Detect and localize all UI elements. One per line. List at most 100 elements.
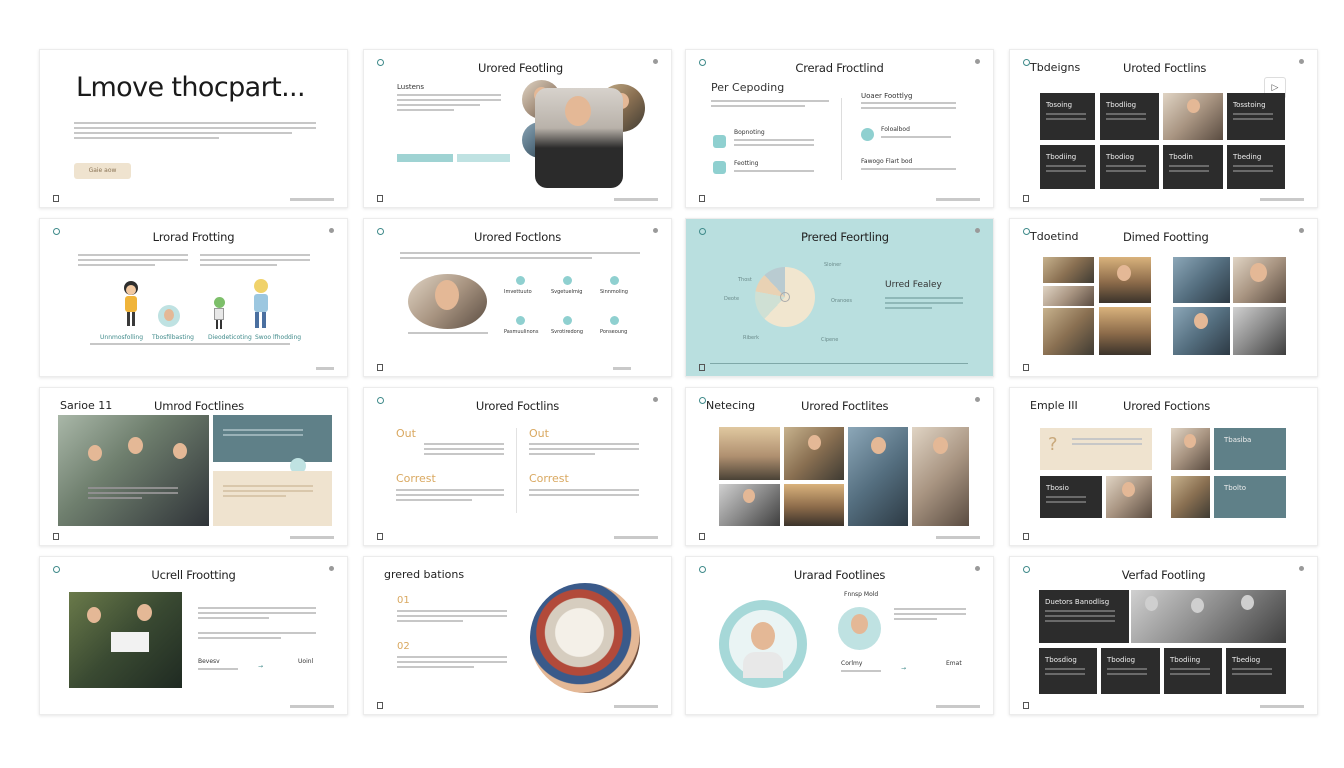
grid-photo — [1173, 307, 1230, 355]
side-title: Urred Fealey — [885, 280, 942, 290]
body-text — [200, 254, 310, 269]
info-block-bottom — [213, 471, 332, 526]
illustration-person — [250, 279, 272, 329]
footer-bar — [614, 705, 658, 708]
slide-7[interactable]: Prered Feortling Sloiner Deote Oranoes T… — [685, 218, 994, 377]
tile[interactable]: Tbosio — [1040, 476, 1102, 518]
avatar-circle — [158, 305, 180, 327]
grid-photo — [1099, 257, 1151, 303]
slide-12[interactable]: Emple III Urored Foctions ? Tbasiba Tbos… — [1009, 387, 1318, 546]
avatar-photo — [838, 607, 881, 650]
slide-title: Urored Foctlites — [801, 399, 889, 413]
column-heading: Correst — [529, 472, 569, 485]
slide-16[interactable]: Verfad Footling Duetors Banodlisg Tbosdi… — [1009, 556, 1318, 715]
arrow-icon: → — [258, 663, 264, 670]
tile[interactable]: Tbediog — [1226, 648, 1286, 694]
tile[interactable]: Tbodiog — [1101, 648, 1160, 694]
slide-10[interactable]: Urored Foctlins Out Correst Out Correst — [363, 387, 672, 546]
grid-photo — [719, 484, 780, 526]
pie-center — [780, 292, 790, 302]
slide-title: Dimed Footting — [1123, 230, 1209, 244]
body-text — [400, 252, 640, 262]
grid-photo — [1233, 257, 1286, 303]
page-icon — [53, 195, 59, 202]
slide-3[interactable]: Crerad Froctlind Per Cepoding Uoaer Foot… — [685, 49, 994, 208]
tile[interactable]: Tbodin — [1163, 145, 1223, 189]
footer-bar — [1260, 705, 1304, 708]
portrait-text — [408, 332, 488, 337]
feature-photo — [69, 592, 182, 688]
slide-title: Crerad Froctlind — [795, 61, 884, 75]
slide-title: Prered Feortling — [801, 230, 889, 244]
column-text — [861, 102, 956, 112]
logo-icon — [1023, 228, 1030, 235]
cta-button[interactable]: Gaie aow — [74, 163, 131, 179]
page-icon — [1023, 364, 1029, 371]
page-icon — [377, 702, 383, 709]
slide-1[interactable]: Lmove thocpart... Gaie aow — [39, 49, 348, 208]
slide-8[interactable]: Tdoetind Dimed Footting — [1009, 218, 1318, 377]
tile-label: Tbediog — [1232, 656, 1261, 664]
feature-text — [734, 139, 814, 149]
footer-bar — [1260, 198, 1304, 201]
slide-15[interactable]: Urarad Footlines Fnnsp Mold Corlmy → Ema… — [685, 556, 994, 715]
tile-label: Tbosdiog — [1045, 656, 1077, 664]
tile[interactable]: Tbodiing — [1164, 648, 1222, 694]
tile[interactable]: Tbodiog — [1100, 145, 1159, 189]
feature-icon — [713, 135, 726, 148]
tile[interactable]: Tbeding — [1227, 145, 1285, 189]
tile-label: Tbodiing — [1170, 656, 1201, 664]
slide-13[interactable]: Ucrell Frootting Bevesv → Uoinl — [39, 556, 348, 715]
tile-photo — [1163, 93, 1223, 140]
slide-9[interactable]: Sarioe 11 Umrod Foctlines — [39, 387, 348, 546]
logo-icon — [699, 397, 706, 404]
step-number: 02 — [397, 641, 410, 652]
feature-label: Svrotiredong — [551, 329, 584, 335]
page-icon — [699, 533, 705, 540]
grid-photo — [1043, 286, 1094, 306]
slide-4[interactable]: Tbdeigns Uroted Foctlins ▷ Tosoing Tbodl… — [1009, 49, 1318, 208]
tile-label: Tbodiog — [1107, 656, 1136, 664]
slide-2[interactable]: Urored Feotling Lustens — [363, 49, 672, 208]
body-text — [198, 607, 316, 622]
grid-photo — [1043, 308, 1094, 355]
tile[interactable]: Tbasiba — [1214, 428, 1286, 470]
tile[interactable]: Tbodliog — [1100, 93, 1159, 140]
column-title: Uoaer Foottlyg — [861, 92, 913, 100]
column-text — [529, 489, 639, 499]
grid-photo — [912, 427, 969, 526]
feature-label: Bopnoting — [734, 129, 765, 136]
column-heading: Out — [396, 427, 416, 440]
tile[interactable]: Tbosdiog — [1039, 648, 1097, 694]
pie-label: Cipene — [821, 337, 839, 343]
left-title: Sarioe 11 — [60, 399, 113, 412]
illustration-girl — [122, 281, 140, 327]
slide-title: Lmove thocpart... — [76, 72, 306, 103]
header-tile[interactable]: Duetors Banodlisg — [1039, 590, 1129, 643]
column-text — [424, 443, 504, 458]
slide-title: Verfad Footling — [1121, 568, 1206, 582]
step-label: Corlmy — [841, 660, 863, 667]
page-icon — [377, 533, 383, 540]
column-text — [396, 489, 504, 504]
slide-title: Urored Foctlons — [473, 230, 562, 244]
feature-label: Sinnmoling — [600, 289, 628, 295]
body-text — [711, 100, 829, 110]
tile[interactable]: Tosoing — [1040, 93, 1095, 140]
feature-icon — [610, 316, 619, 325]
slide-5[interactable]: Lrorad Frotting Unnmosfolling Tbosfilbas… — [39, 218, 348, 377]
feature-label: Pasmuulinons — [504, 329, 539, 335]
slide-11[interactable]: Netecing Urored Foctlites — [685, 387, 994, 546]
slide-title: Uroted Foctlins — [1123, 61, 1207, 75]
question-tile: ? — [1040, 428, 1152, 470]
slide-title: Umrod Foctlines — [154, 399, 244, 413]
tile[interactable]: Tosstoing — [1227, 93, 1285, 140]
tile[interactable]: Tbodiing — [1040, 145, 1095, 189]
footer-bar — [936, 198, 980, 201]
tile[interactable]: Tbolto — [1214, 476, 1286, 518]
feature-text — [881, 136, 951, 141]
slide-6[interactable]: Urored Foctlons Imvettuuto Svgetuelmig S… — [363, 218, 672, 377]
tile-label: Tbasiba — [1224, 436, 1252, 444]
section-label: Lustens — [397, 83, 424, 91]
slide-14[interactable]: grered bations 01 02 — [363, 556, 672, 715]
